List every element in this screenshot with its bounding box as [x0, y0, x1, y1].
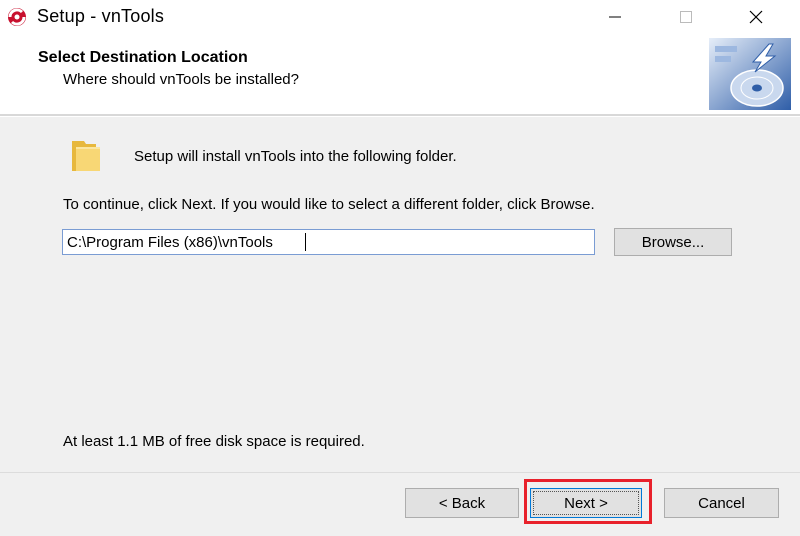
app-icon [8, 8, 26, 26]
folder-icon [72, 141, 100, 171]
close-button[interactable] [732, 0, 780, 34]
browse-button[interactable]: Browse... [614, 228, 732, 256]
page-subtitle: Where should vnTools be installed? [63, 71, 299, 88]
minimize-button[interactable] [591, 0, 639, 34]
maximize-icon [680, 11, 692, 23]
install-path-input[interactable] [62, 229, 595, 255]
maximize-button[interactable] [662, 0, 710, 34]
disk-space-text: At least 1.1 MB of free disk space is re… [63, 433, 365, 450]
wizard-image-icon [709, 38, 791, 110]
intro-text: Setup will install vnTools into the foll… [134, 148, 457, 165]
continue-hint: To continue, click Next. If you would li… [63, 196, 595, 213]
setup-window: Setup - vnTools Select Destination Locat… [0, 0, 800, 536]
page-title: Select Destination Location [38, 49, 248, 66]
window-title: Setup - vnTools [37, 6, 165, 26]
title-bar[interactable]: Setup - vnTools [0, 0, 800, 34]
wizard-header: Select Destination Location Where should… [0, 34, 800, 114]
next-highlight-box [524, 479, 652, 524]
back-button[interactable]: < Back [405, 488, 519, 518]
cancel-button[interactable]: Cancel [664, 488, 779, 518]
minimize-icon [609, 16, 621, 18]
close-icon [749, 10, 763, 24]
text-cursor [305, 233, 306, 251]
wizard-content: Setup will install vnTools into the foll… [0, 117, 800, 472]
